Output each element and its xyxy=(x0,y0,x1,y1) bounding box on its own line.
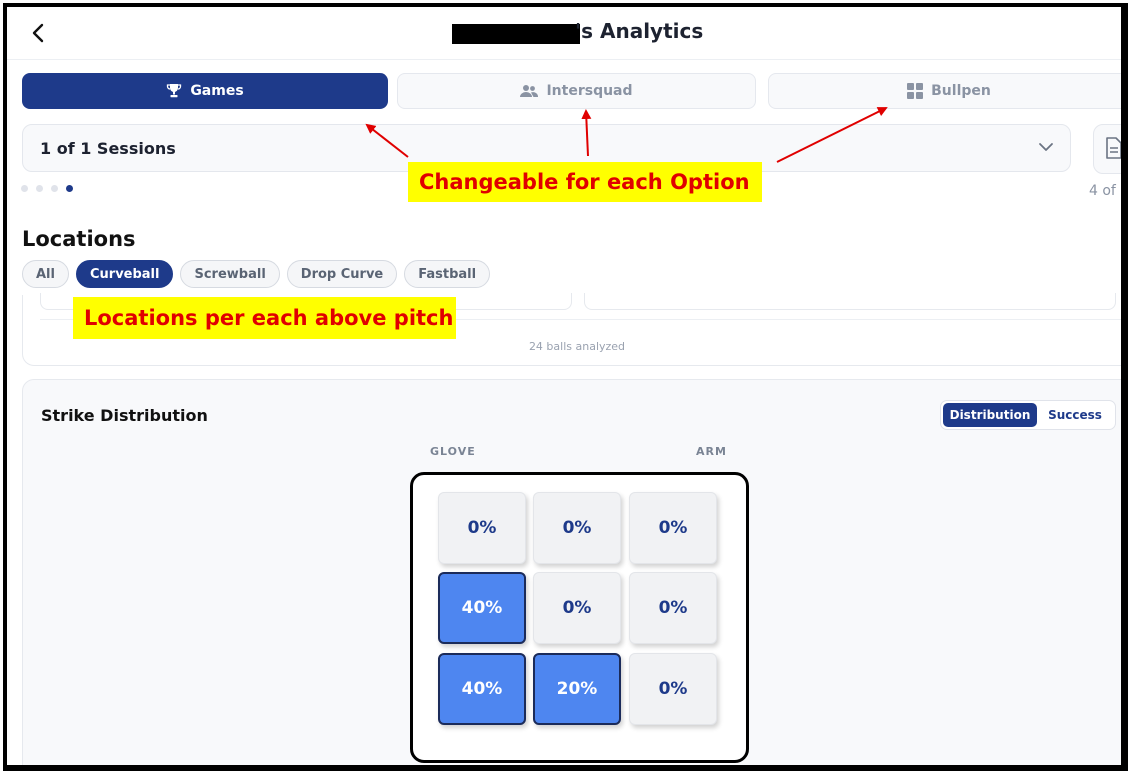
arrow-to-games xyxy=(365,123,409,158)
app-screen: 's Analytics Games Intersquad Bullpen 1 … xyxy=(3,3,1128,771)
annotation-arrows xyxy=(365,107,888,163)
arrow-to-bullpen xyxy=(776,107,888,163)
arrow-to-intersquad xyxy=(581,109,592,157)
